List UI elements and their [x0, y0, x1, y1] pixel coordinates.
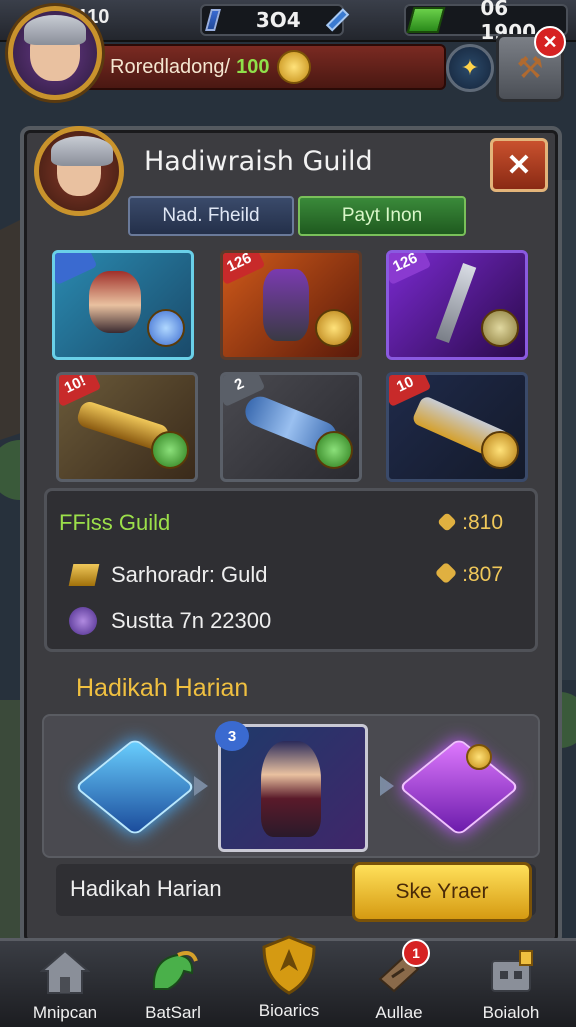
item-badge: 10! — [59, 375, 102, 407]
blue-gem-icon — [325, 8, 350, 32]
stat-row-2-label: Sarhoradr: Guld — [111, 562, 268, 587]
item-badge — [55, 253, 98, 285]
panel-title: Hadiwraish Guild — [144, 146, 373, 177]
gold-emblem-icon — [315, 309, 353, 347]
stat-row-2: Sarhoradr: Guld :807 — [47, 555, 535, 595]
guild-score-text: :810 — [462, 511, 503, 534]
guild-panel: Hadiwraish Guild ✕ Nad. Fheild Payt Inon… — [20, 126, 562, 946]
nav-item-mnipcan[interactable]: Mnipcan — [10, 941, 120, 1027]
arrow-right-icon — [380, 776, 394, 796]
item-card-warrior[interactable]: 126 — [220, 250, 362, 360]
purple-orb-icon — [69, 607, 97, 635]
nav-notification-badge: 1 — [402, 939, 430, 967]
daily-reward-strip: 3 — [42, 714, 540, 858]
item-badge: 126 — [223, 253, 266, 285]
guild-score-value: :810 — [437, 511, 503, 535]
item-card-scroll[interactable]: 10! — [56, 372, 198, 482]
nav-item-bioarics[interactable]: Bioarics — [234, 935, 344, 1027]
gold-bar-icon — [68, 564, 100, 586]
stat-row-guild: FFiss Guild :810 — [47, 503, 535, 543]
star-emblem-icon — [147, 309, 185, 347]
warrior-icon — [263, 269, 309, 341]
gold-gem-icon — [434, 561, 458, 585]
gold-coin-icon — [277, 50, 312, 84]
mage-portrait-icon — [261, 741, 321, 837]
close-button[interactable]: ✕ — [490, 138, 548, 192]
nav-label: Mnipcan — [32, 1003, 98, 1022]
green-cash-icon — [406, 7, 446, 33]
daily-claim-label: Hadikah Harian — [70, 876, 222, 901]
gold-emblem-icon — [481, 431, 519, 469]
stat-row-2-value: :807 — [434, 561, 503, 587]
bonus-coin-icon — [466, 744, 492, 770]
guild-name-label: FFiss Guild — [59, 510, 171, 535]
nav-label: Boialoh — [482, 1003, 540, 1022]
house-icon — [39, 947, 91, 997]
close-icon: ✕ — [506, 148, 532, 182]
stat-row-3-label: Sustta 7n 22300 — [111, 608, 272, 633]
arrow-right-icon — [194, 776, 208, 796]
nav-label: BatSarl — [145, 1003, 201, 1022]
item-badge: 126 — [389, 253, 432, 285]
stat-row-2-text: :807 — [462, 563, 503, 586]
claim-button[interactable]: Ske Yraer — [352, 862, 532, 922]
avatar-face-icon — [24, 15, 86, 81]
guild-stats-box: FFiss Guild :810 Sarhoradr: Guld :807 Su… — [44, 488, 538, 652]
notification-close-badge[interactable]: ✕ — [534, 26, 566, 58]
tab-nad-fheild[interactable]: Nad. Fheild — [128, 196, 294, 236]
item-card-hammer[interactable]: 10 — [386, 372, 528, 482]
item-card-hero[interactable] — [52, 250, 194, 360]
player-level: 100 — [236, 55, 270, 78]
spear-icon — [435, 263, 477, 343]
currency-1-value: 3O4 — [255, 8, 301, 32]
gold-gem-icon — [437, 512, 458, 532]
guild-leader-avatar — [34, 126, 124, 216]
leaf-emblem-icon — [315, 431, 353, 469]
hammer-icon: ⚒ — [516, 51, 544, 85]
daily-section-title: Hadikah Harian — [76, 674, 249, 702]
stat-row-3: Sustta 7n 22300 — [47, 601, 535, 641]
nav-label: Bioarics — [258, 1001, 320, 1020]
leaf-emblem-icon — [151, 431, 189, 469]
player-name-bar: Roredladong/ 100 — [82, 44, 446, 90]
player-name: Roredladong/ — [110, 55, 231, 78]
panel-tabs: Nad. Fheild Payt Inon — [128, 196, 466, 236]
item-card-weapon-purple[interactable]: 126 — [386, 250, 528, 360]
tab-payt-inon[interactable]: Payt Inon — [298, 196, 466, 236]
leader-face-icon — [51, 136, 113, 196]
nav-item-batsarl[interactable]: BatSarl — [118, 941, 228, 1027]
player-avatar[interactable] — [8, 6, 102, 100]
nav-item-boialoh[interactable]: Boialoh — [456, 941, 566, 1027]
purple-cube-icon[interactable] — [398, 737, 520, 837]
hero-portrait-icon — [89, 271, 141, 333]
dragon-icon — [147, 947, 199, 997]
compass-button[interactable]: ✦ — [446, 44, 494, 92]
panel-header: Hadiwraish Guild ✕ — [24, 126, 558, 216]
hero-badge: 3 — [215, 721, 249, 751]
nav-item-aullae[interactable]: 1 Aullae — [344, 939, 454, 1027]
bottom-navigation: Mnipcan BatSarl Bioarics 1 Aullae Boialo… — [0, 935, 576, 1027]
item-card-chain[interactable]: 2 — [220, 372, 362, 482]
currency-counter-1[interactable]: 3O4 — [200, 4, 350, 36]
gold-bar-icon — [205, 9, 221, 31]
sword-emblem-icon — [481, 309, 519, 347]
chest-icon — [485, 947, 537, 997]
blue-cube-icon[interactable] — [74, 737, 196, 837]
reward-hero-card[interactable]: 3 — [215, 721, 368, 852]
shield-icon — [259, 935, 319, 995]
nav-label: Aullae — [375, 1003, 423, 1022]
compass-icon: ✦ — [460, 55, 480, 80]
